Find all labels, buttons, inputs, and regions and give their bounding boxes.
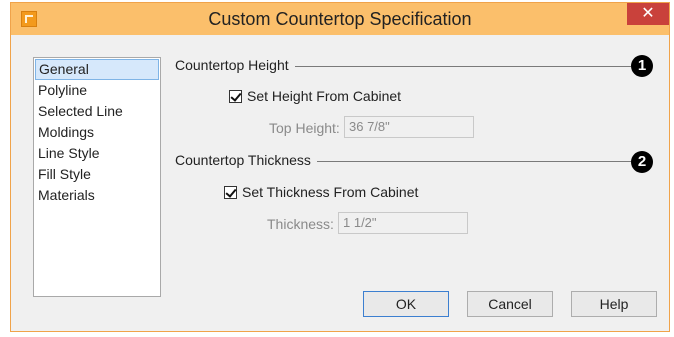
close-button[interactable]: ✕ (627, 3, 669, 25)
window-title: Custom Countertop Specification (208, 9, 472, 29)
callout-badge-1: 1 (631, 55, 653, 77)
title-bar[interactable]: Custom Countertop Specification ✕ (11, 3, 669, 35)
top-height-label: Top Height: (269, 120, 340, 136)
help-button[interactable]: Help (571, 291, 657, 317)
category-list[interactable]: General Polyline Selected Line Moldings … (33, 57, 161, 297)
thickness-label: Thickness: (267, 216, 334, 232)
set-height-from-cabinet-checkbox[interactable] (229, 90, 242, 103)
cancel-button[interactable]: Cancel (467, 291, 553, 317)
dialog-content: General Polyline Selected Line Moldings … (11, 35, 669, 331)
nav-item-polyline[interactable]: Polyline (34, 80, 160, 101)
nav-item-general[interactable]: General (35, 59, 159, 80)
nav-item-moldings[interactable]: Moldings (34, 122, 160, 143)
height-group-label: Countertop Height (175, 57, 295, 73)
dialog-window: Custom Countertop Specification ✕ Genera… (10, 2, 670, 332)
set-height-from-cabinet-label[interactable]: Set Height From Cabinet (247, 88, 401, 104)
ok-button[interactable]: OK (363, 291, 449, 317)
thickness-group-label: Countertop Thickness (175, 152, 317, 168)
top-height-field[interactable]: 36 7/8" (344, 116, 474, 138)
set-thickness-from-cabinet-checkbox[interactable] (224, 186, 237, 199)
set-thickness-from-cabinet-label[interactable]: Set Thickness From Cabinet (242, 184, 418, 200)
callout-badge-2: 2 (631, 151, 653, 173)
nav-item-fill-style[interactable]: Fill Style (34, 164, 160, 185)
nav-item-materials[interactable]: Materials (34, 185, 160, 206)
thickness-field[interactable]: 1 1/2" (338, 212, 468, 234)
nav-item-line-style[interactable]: Line Style (34, 143, 160, 164)
nav-item-selected-line[interactable]: Selected Line (34, 101, 160, 122)
